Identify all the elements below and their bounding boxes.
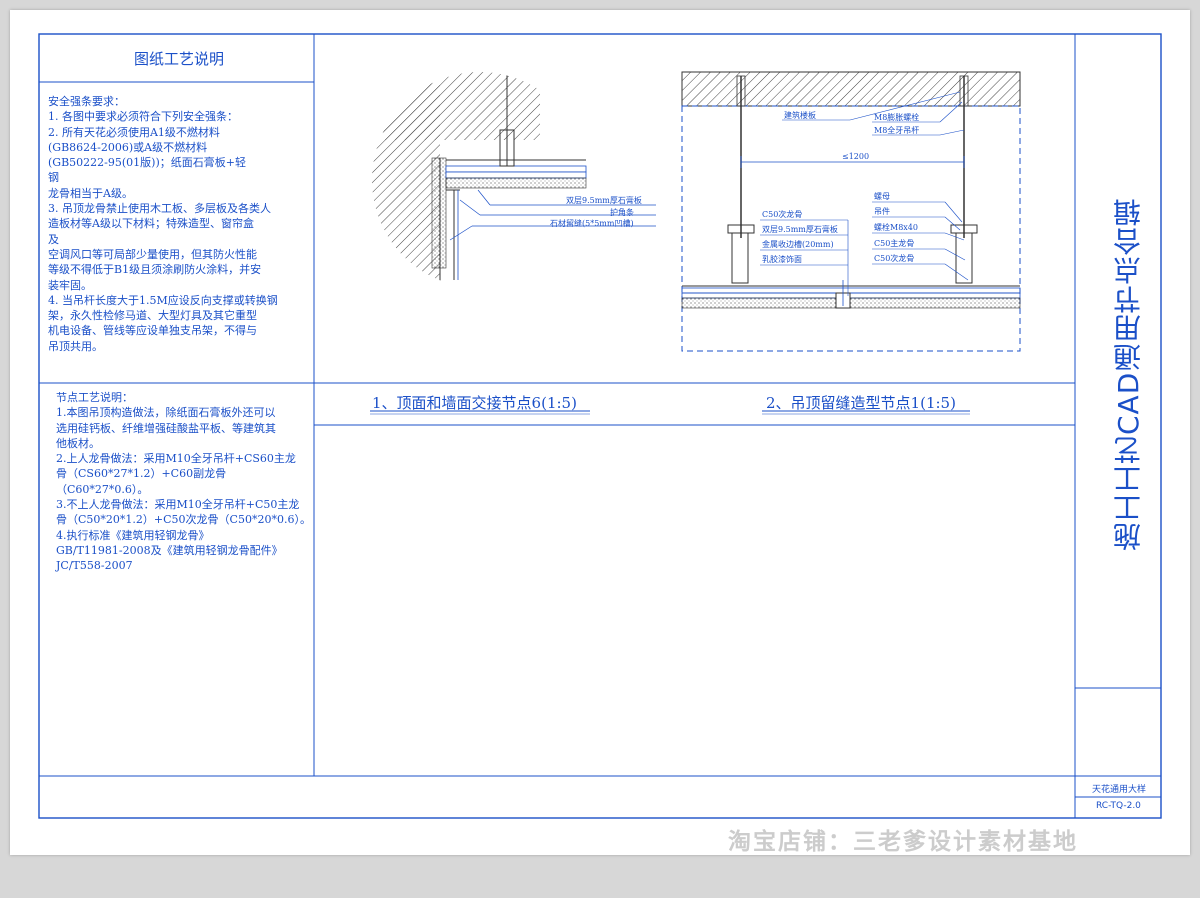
detail2-label-r2: 螺栓M8x40 xyxy=(874,223,918,232)
detail2-dimension: ≤1200 xyxy=(842,152,870,161)
detail2-label-anchor: M8膨胀螺栓 xyxy=(874,113,920,122)
detail2-label-slab: 建筑楼板 xyxy=(784,111,816,120)
node-notes: 节点工艺说明： 1.本图吊顶构造做法，除纸面石膏板外还可以 选用硅钙板、纤维增强… xyxy=(56,391,311,573)
detail2-label-r0: 螺母 xyxy=(874,192,890,201)
detail2-label-l3: 乳胶漆饰面 xyxy=(762,255,802,264)
detail2-label-l2: 金属收边槽(20mm) xyxy=(762,240,834,249)
detail1-label-corner: 护角条 xyxy=(610,208,634,217)
title-block-title: 施工工艺CAD通用节点合辑 xyxy=(1112,197,1145,551)
drawing-sheet: 图纸工艺说明 安全强条要求： 1. 各图中要求必须符合下列安全强条： 2. 所有… xyxy=(10,10,1190,855)
drawing-name: 天花通用大样 xyxy=(1092,785,1147,795)
detail2-label-r1: 吊件 xyxy=(874,207,890,216)
detail2-label-l0: C50次龙骨 xyxy=(762,210,803,219)
detail2-caption: 2、吊顶留缝造型节点1(1:5) xyxy=(766,394,956,412)
detail2-label-l1: 双层9.5mm厚石膏板 xyxy=(762,225,838,234)
detail1-label-groove: 石材留缝(5*5mm凹槽) xyxy=(550,219,634,228)
drawing-code: RC-TQ-2.0 xyxy=(1096,801,1141,811)
detail2-label-r3: C50主龙骨 xyxy=(874,239,915,248)
detail2-label-rod: M8全牙吊杆 xyxy=(874,126,920,135)
notes-title: 图纸工艺说明 xyxy=(134,50,225,68)
detail1-label-board: 双层9.5mm厚石膏板 xyxy=(566,196,642,205)
detail1-caption: 1、顶面和墙面交接节点6(1:5) xyxy=(372,394,577,412)
detail2-label-r4: C50次龙骨 xyxy=(874,254,915,263)
safety-notes: 安全强条要求： 1. 各图中要求必须符合下列安全强条： 2. 所有天花必须使用A… xyxy=(48,95,278,353)
watermark: 淘宝店铺：三老爹设计素材基地 xyxy=(728,829,1078,855)
